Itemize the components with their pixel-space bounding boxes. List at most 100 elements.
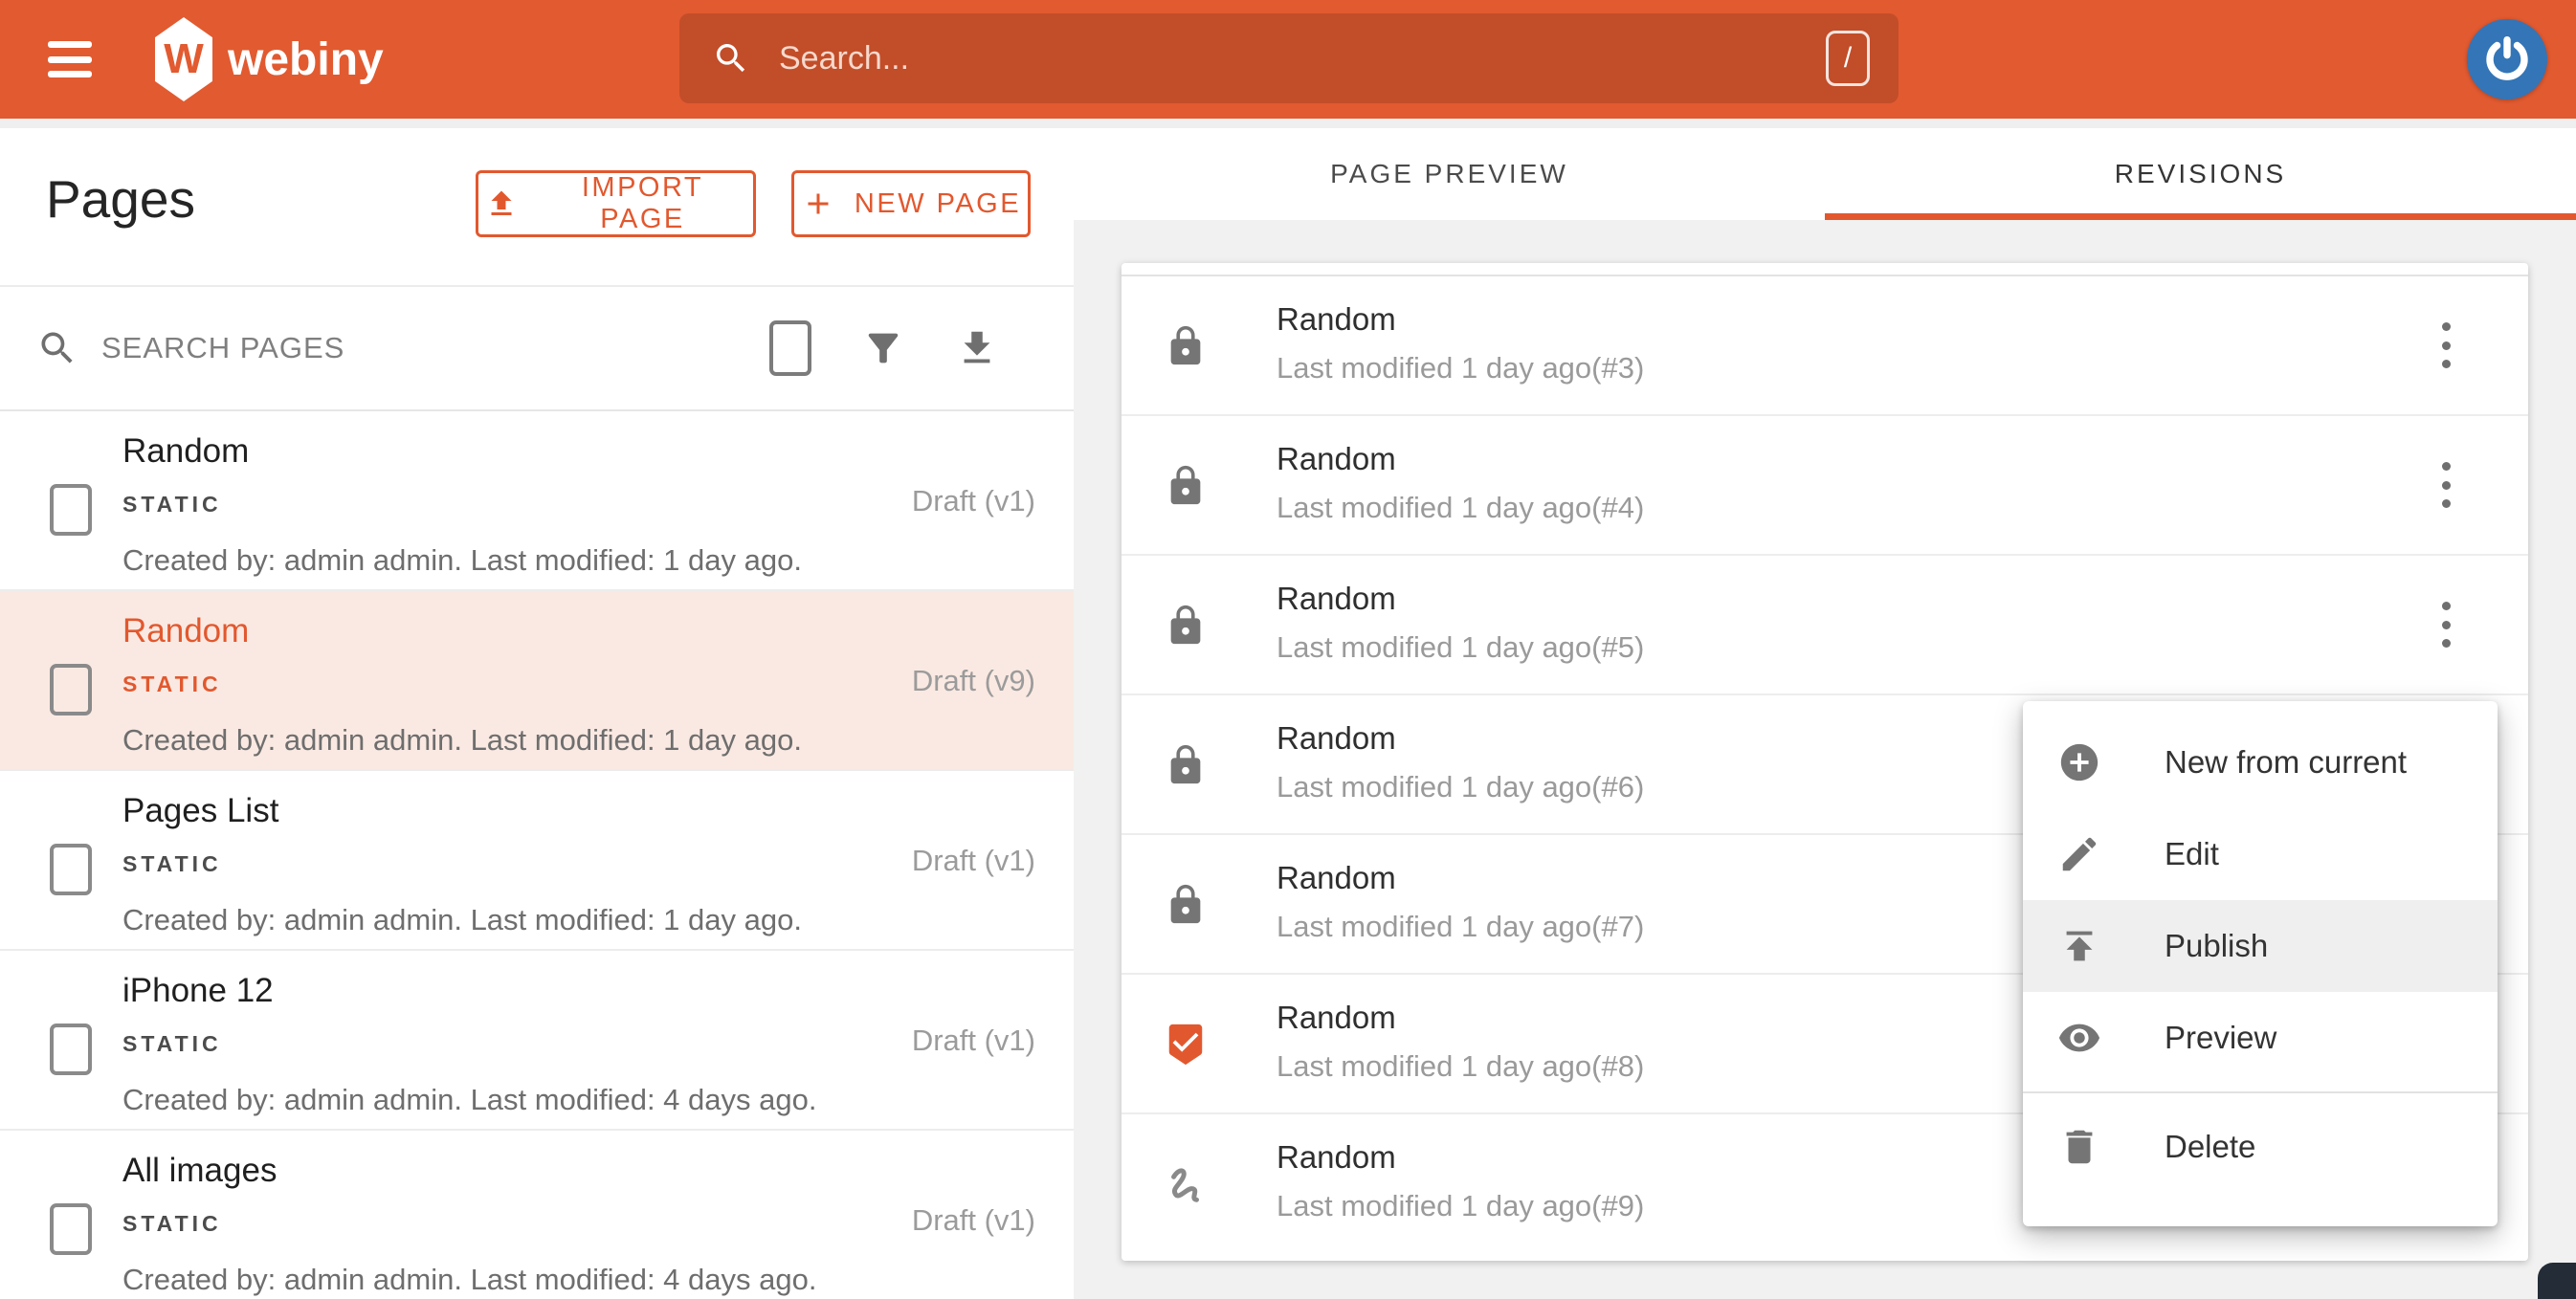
page-checkbox[interactable]	[50, 1203, 92, 1255]
page-type-badge: STATIC	[122, 1031, 222, 1056]
user-avatar[interactable]	[2467, 19, 2547, 99]
more-options-icon[interactable]	[2427, 317, 2465, 374]
filter-icon[interactable]	[861, 326, 905, 370]
context-menu-item-label: Publish	[2165, 928, 2269, 963]
page-status-text: Draft (v1)	[911, 844, 1035, 877]
hamburger-menu-icon[interactable]	[48, 41, 92, 77]
brand-wordmark: webiny	[228, 33, 384, 85]
page-type-badge: STATIC	[122, 1211, 222, 1236]
page-title-text: iPhone 12	[122, 972, 274, 1009]
context-menu-item-publish[interactable]: Publish	[2023, 900, 2498, 992]
new-page-button[interactable]: NEW PAGE	[791, 170, 1031, 237]
page-meta-text: Created by: admin admin. Last modified: …	[122, 1083, 817, 1116]
new-page-label: NEW PAGE	[854, 187, 1022, 219]
menu-divider	[2023, 1091, 2498, 1093]
active-tab-underline	[1825, 213, 2576, 220]
context-menu-item-preview[interactable]: Preview	[2023, 992, 2498, 1084]
revision-meta-text: Last modified 1 day ago(#9)	[1277, 1189, 1645, 1222]
context-menu-item-label: Preview	[2165, 1020, 2277, 1055]
header-shadow-strip	[0, 119, 2576, 128]
revision-list-item[interactable]: Random Last modified 1 day ago(#4)	[1121, 416, 2528, 556]
lock-icon	[1164, 743, 1208, 787]
pages-list-panel: Pages IMPORT PAGE NEW PAGE Random	[0, 128, 1074, 1299]
context-menu-item-new-from-current[interactable]: New from current	[2023, 716, 2498, 808]
lock-icon	[1164, 604, 1208, 648]
revision-title-text: Random	[1277, 1139, 1396, 1175]
lock-icon	[1164, 883, 1208, 927]
publish-icon	[2057, 924, 2101, 968]
revision-context-menu: New from current Edit Publish Preview De…	[2023, 701, 2498, 1226]
page-list-item[interactable]: Random STATIC Created by: admin admin. L…	[0, 591, 1074, 771]
published-icon	[1164, 1023, 1208, 1067]
more-options-icon[interactable]	[2427, 456, 2465, 514]
tab-page-preview[interactable]: PAGE PREVIEW	[1074, 128, 1825, 220]
page-title-text: Random	[122, 612, 250, 650]
global-search-bar[interactable]: /	[679, 13, 1899, 103]
page-list-item[interactable]: All images STATIC Created by: admin admi…	[0, 1131, 1074, 1299]
revision-title-text: Random	[1277, 301, 1396, 337]
global-search-input[interactable]	[777, 38, 1826, 78]
add-circle-icon	[2057, 740, 2101, 784]
page-type-badge: STATIC	[122, 492, 222, 517]
import-page-button[interactable]: IMPORT PAGE	[476, 170, 756, 237]
pages-search-row	[0, 287, 1074, 411]
pages-panel-header: Pages IMPORT PAGE NEW PAGE	[0, 128, 1074, 287]
revision-meta-text: Last modified 1 day ago(#5)	[1277, 630, 1645, 664]
pages-toolbar	[769, 320, 999, 376]
page-list-item[interactable]: iPhone 12 STATIC Created by: admin admin…	[0, 951, 1074, 1131]
context-menu-item-label: Edit	[2165, 836, 2219, 871]
revision-title-text: Random	[1277, 1000, 1396, 1035]
revision-meta-text: Last modified 1 day ago(#7)	[1277, 910, 1645, 943]
context-menu-item-delete[interactable]: Delete	[2023, 1101, 2498, 1193]
page-type-badge: STATIC	[122, 851, 222, 876]
revision-title-text: Random	[1277, 860, 1396, 895]
revision-title-text: Random	[1277, 441, 1396, 476]
page-checkbox[interactable]	[50, 664, 92, 716]
page-status-text: Draft (v1)	[911, 1024, 1035, 1057]
context-menu-item-edit[interactable]: Edit	[2023, 808, 2498, 900]
revision-title-text: Random	[1277, 581, 1396, 616]
revision-list-item[interactable]: Random Last modified 1 day ago(#5)	[1121, 556, 2528, 695]
detail-tabs: PAGE PREVIEW REVISIONS	[1074, 128, 2576, 220]
webiny-logo[interactable]: W webiny	[155, 17, 384, 101]
page-checkbox[interactable]	[50, 1024, 92, 1075]
pages-list: Random STATIC Created by: admin admin. L…	[0, 411, 1074, 1299]
page-checkbox[interactable]	[50, 484, 92, 536]
pencil-icon	[2057, 832, 2101, 876]
revision-meta-text: Last modified 1 day ago(#4)	[1277, 491, 1645, 524]
draft-icon	[1164, 1162, 1208, 1206]
eye-icon	[2057, 1016, 2101, 1060]
page-title-text: All images	[122, 1152, 278, 1189]
page-status-text: Draft (v1)	[911, 484, 1035, 517]
upload-icon	[491, 190, 512, 215]
page-status-text: Draft (v1)	[911, 1203, 1035, 1237]
trash-icon	[2057, 1125, 2101, 1169]
search-icon	[712, 39, 750, 77]
context-menu-item-label: New from current	[2165, 744, 2408, 780]
page-list-item[interactable]: Pages List STATIC Created by: admin admi…	[0, 771, 1074, 951]
more-options-icon[interactable]	[2427, 596, 2465, 653]
page-list-item[interactable]: Random STATIC Created by: admin admin. L…	[0, 411, 1074, 591]
page-meta-text: Created by: admin admin. Last modified: …	[122, 903, 802, 936]
download-icon[interactable]	[955, 326, 999, 370]
tab-revisions[interactable]: REVISIONS	[1825, 128, 2576, 220]
page-meta-text: Created by: admin admin. Last modified: …	[122, 1263, 817, 1296]
logo-letter: W	[164, 35, 204, 82]
page-status-text: Draft (v9)	[911, 664, 1035, 697]
revision-list-item[interactable]: Random Last modified 1 day ago(#3)	[1121, 276, 2528, 416]
page-title-text: Random	[122, 432, 250, 470]
revisions-scroll-clip	[1121, 263, 2528, 276]
chat-widget-corner[interactable]	[2538, 1263, 2576, 1299]
revision-title-text: Random	[1277, 720, 1396, 756]
gravatar-power-icon	[2486, 35, 2528, 80]
app-header: W webiny /	[0, 0, 2576, 119]
search-icon	[36, 327, 78, 369]
lock-icon	[1164, 464, 1208, 508]
page-checkbox[interactable]	[50, 844, 92, 895]
page-title: Pages	[46, 169, 195, 229]
revision-meta-text: Last modified 1 day ago(#6)	[1277, 770, 1645, 804]
revision-meta-text: Last modified 1 day ago(#8)	[1277, 1049, 1645, 1083]
import-page-label: IMPORT PAGE	[581, 172, 704, 234]
select-all-checkbox-icon[interactable]	[769, 320, 811, 376]
search-pages-input[interactable]	[100, 330, 639, 366]
